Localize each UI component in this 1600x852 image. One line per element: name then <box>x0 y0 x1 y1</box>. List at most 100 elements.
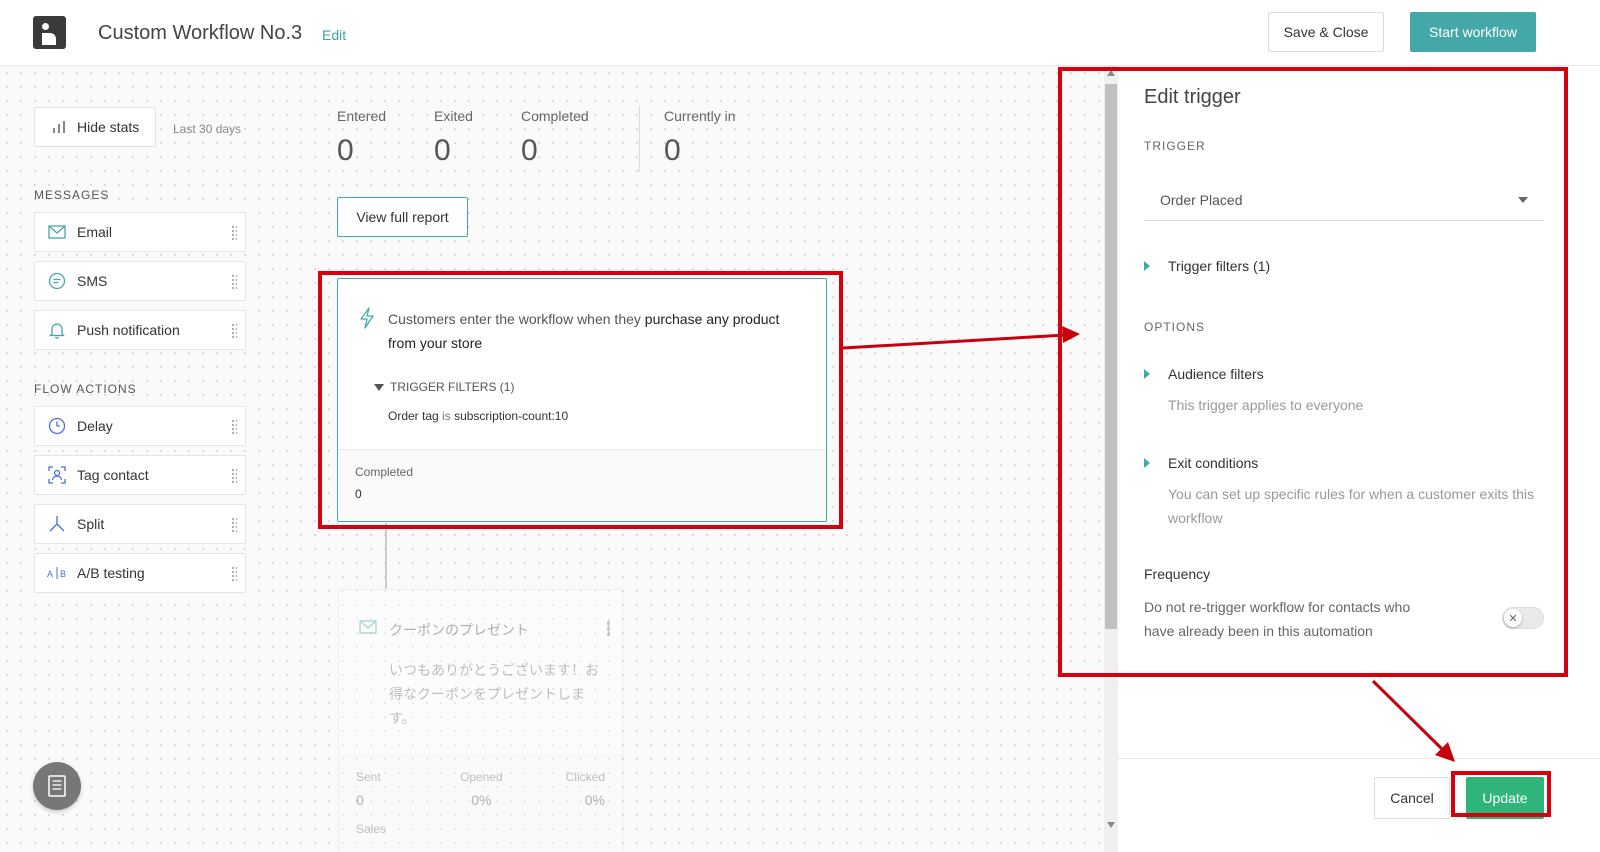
stat-label: Completed <box>521 108 589 124</box>
palette-item-email[interactable]: Email <box>34 212 246 252</box>
options-heading: OPTIONS <box>1144 320 1206 334</box>
trigger-filters-heading: TRIGGER FILTERS (1) <box>390 380 515 394</box>
email-stat-sales-label: Sales <box>356 822 387 836</box>
palette-item-split[interactable]: Split <box>34 504 246 544</box>
trigger-description: Customers enter the workflow when they p… <box>388 307 808 355</box>
trigger-card-footer: Completed 0 <box>338 449 826 521</box>
email-stat-sent: Sent 0 <box>356 770 381 808</box>
email-node-body: いつもありがとうございます！お得なクーポンをプレゼントします。 <box>389 662 599 726</box>
palette-item-label: Push notification <box>77 322 180 338</box>
stat-currently-in: Currently in 0 <box>664 108 736 168</box>
drag-handle-icon[interactable] <box>231 225 237 241</box>
tag-contact-icon <box>48 466 66 484</box>
trigger-select[interactable]: Order Placed <box>1144 179 1544 221</box>
scroll-down-arrow-icon[interactable] <box>1107 822 1115 828</box>
stat-label: Entered <box>337 108 387 124</box>
frequency-description: Do not re-trigger workflow for contacts … <box>1144 599 1411 639</box>
trigger-footer-value: 0 <box>355 487 362 501</box>
clock-icon <box>48 417 66 435</box>
stat-label: Currently in <box>664 108 736 124</box>
start-workflow-button[interactable]: Start workflow <box>1410 12 1536 52</box>
split-icon <box>49 516 65 532</box>
envelope-icon <box>48 225 66 239</box>
stat-value: 0 <box>664 134 681 167</box>
bell-icon <box>49 323 65 339</box>
palette-item-label: Split <box>77 516 105 532</box>
palette-item-push-notification[interactable]: Push notification <box>34 310 246 350</box>
email-stat-clicked: Clicked 0% <box>566 770 605 808</box>
stat-value: 0 <box>521 134 538 167</box>
flow-actions-heading: FLOW ACTIONS <box>34 382 137 396</box>
email-node-stats: Sent 0 Opened 0% Clicked 0% Sales <box>339 755 622 852</box>
app-logo[interactable] <box>33 16 66 49</box>
trigger-filters-toggle[interactable]: TRIGGER FILTERS (1) <box>374 380 514 394</box>
triangle-right-icon <box>1144 369 1150 379</box>
drag-handle-icon[interactable] <box>231 323 237 339</box>
cancel-button[interactable]: Cancel <box>1374 777 1450 819</box>
trigger-node-card[interactable]: Customers enter the workflow when they p… <box>337 278 827 522</box>
stat-value: 0 <box>434 134 451 167</box>
node-connector <box>385 523 387 589</box>
edit-trigger-panel: Edit trigger TRIGGER Order Placed Trigge… <box>1118 66 1600 852</box>
top-bar: Custom Workflow No.3 Edit Save & Close S… <box>0 0 1600 66</box>
email-stat-opened: Opened 0% <box>460 770 503 808</box>
save-close-button[interactable]: Save & Close <box>1268 12 1384 52</box>
palette-item-label: Tag contact <box>77 467 149 483</box>
caret-down-icon <box>1518 197 1528 203</box>
email-stat-value: 0% <box>471 792 492 808</box>
more-vertical-icon[interactable] <box>607 620 610 636</box>
trigger-filters-expander[interactable]: Trigger filters (1) <box>1144 258 1270 274</box>
drag-handle-icon[interactable] <box>231 419 237 435</box>
exit-conditions-expander[interactable]: Exit conditions <box>1144 455 1258 471</box>
palette-item-label: Email <box>77 224 113 240</box>
workflow-title: Custom Workflow No.3 <box>98 22 303 44</box>
drag-handle-icon[interactable] <box>231 468 237 484</box>
envelope-icon <box>359 620 377 634</box>
audience-filters-label: Audience filters <box>1168 366 1264 382</box>
svg-text:A: A <box>47 569 53 579</box>
email-node-card[interactable]: クーポンのプレゼント いつもありがとうございます！お得なクーポンをプレゼントしま… <box>338 589 623 852</box>
drag-handle-icon[interactable] <box>231 566 237 582</box>
email-stat-label: Opened <box>460 770 503 784</box>
stat-completed: Completed 0 <box>521 108 589 168</box>
exit-conditions-label: Exit conditions <box>1168 455 1259 471</box>
audience-filters-expander[interactable]: Audience filters <box>1144 366 1264 382</box>
date-range-label: Last 30 days <box>173 122 242 136</box>
edit-title-link[interactable]: Edit <box>322 27 346 43</box>
messages-heading: MESSAGES <box>34 188 110 202</box>
exit-conditions-description: You can set up specific rules for when a… <box>1168 486 1534 526</box>
notes-fab-button[interactable] <box>33 762 81 810</box>
triangle-right-icon <box>1144 261 1150 271</box>
scroll-up-arrow-icon[interactable] <box>1107 70 1115 76</box>
drag-handle-icon[interactable] <box>231 517 237 533</box>
view-full-report-button[interactable]: View full report <box>337 197 468 237</box>
scrollbar-thumb[interactable] <box>1105 84 1117 629</box>
hide-stats-button[interactable]: Hide stats <box>34 107 156 147</box>
filter-operator: is <box>442 409 451 423</box>
palette-item-tag-contact[interactable]: Tag contact <box>34 455 246 495</box>
palette-item-label: SMS <box>77 273 108 289</box>
close-icon: ✕ <box>1504 609 1522 627</box>
trigger-filter-rule: Order tag is subscription-count:10 <box>388 409 568 423</box>
palette-item-delay[interactable]: Delay <box>34 406 246 446</box>
svg-text:B: B <box>60 569 66 579</box>
ab-icon: AB <box>47 567 66 579</box>
document-icon <box>48 775 66 797</box>
palette-item-ab-testing[interactable]: AB A/B testing <box>34 553 246 593</box>
lightning-icon <box>360 307 374 329</box>
stat-value: 0 <box>337 134 354 167</box>
palette-item-sms[interactable]: SMS <box>34 261 246 301</box>
filter-value: subscription-count:10 <box>454 409 569 423</box>
update-button[interactable]: Update <box>1466 777 1544 819</box>
chat-bubble-icon <box>48 272 66 290</box>
drag-handle-icon[interactable] <box>231 274 237 290</box>
email-stat-value: 0 <box>356 792 364 808</box>
audience-filters-description: This trigger applies to everyone <box>1168 397 1364 413</box>
email-stat-value: 0% <box>584 792 605 808</box>
frequency-title: Frequency <box>1144 566 1211 582</box>
panel-title: Edit trigger <box>1144 86 1241 108</box>
email-stat-label: Sent <box>356 770 381 784</box>
retrigger-toggle[interactable]: ✕ <box>1502 607 1544 629</box>
trigger-filters-label: Trigger filters (1) <box>1168 258 1271 274</box>
triangle-down-icon <box>374 383 384 391</box>
